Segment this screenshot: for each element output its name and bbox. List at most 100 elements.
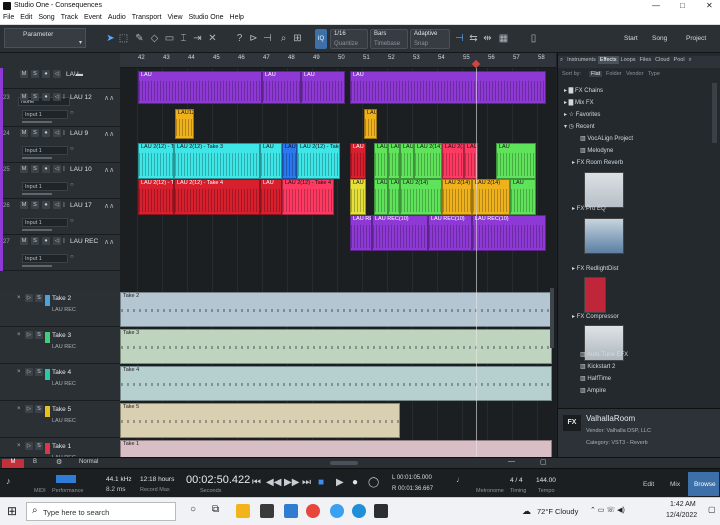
recent-item[interactable]: ▥ VocALign Project: [580, 135, 633, 142]
zoom-in-icon[interactable]: ▢: [540, 458, 547, 466]
audio-event[interactable]: LAU: [350, 71, 546, 104]
record-button[interactable]: ●: [42, 165, 50, 173]
zoom-out-icon[interactable]: —: [508, 458, 515, 465]
recent-item[interactable]: ▸ FX Compressor: [572, 313, 619, 320]
autoscroll-icon[interactable]: ⇹: [482, 33, 493, 45]
layer-mute-button[interactable]: ▷: [25, 442, 33, 450]
audio-event[interactable]: LAU REC(10): [350, 215, 372, 251]
track-header-2[interactable]: 24 M S ● ◁ | LAU 9 ∧∧ Input 1 ○: [0, 127, 120, 163]
gear-icon[interactable]: ⚙: [56, 458, 62, 466]
audio-event[interactable]: LAU: [260, 179, 282, 215]
recent-item[interactable]: ▸ FX Room Reverb: [572, 159, 623, 166]
mute-button[interactable]: M: [20, 165, 28, 173]
grid-tool-icon[interactable]: ⊞: [292, 33, 303, 45]
audio-event[interactable]: LAU 2(12) - Take: [138, 143, 174, 179]
volume-slider[interactable]: [22, 229, 52, 231]
volume-slider[interactable]: [22, 193, 52, 195]
audio-event[interactable]: LAU REC(10): [428, 215, 472, 251]
taskbar-search[interactable]: ⌕ Type here to search: [26, 502, 176, 521]
collapse-icon[interactable]: ×: [17, 369, 21, 375]
solo-button[interactable]: S: [31, 93, 39, 101]
audio-event[interactable]: LAU12: [175, 109, 194, 139]
weather-text[interactable]: 72°F Cloudy: [537, 507, 578, 516]
tempo-value[interactable]: 144.00: [536, 477, 556, 484]
monitor-button[interactable]: ◁: [53, 201, 61, 209]
audio-event[interactable]: LAU: [496, 143, 536, 179]
taskview-grid-icon[interactable]: ⧉: [212, 504, 219, 515]
metronome-icon[interactable]: ♩: [456, 475, 464, 484]
snap-toggle-icon[interactable]: ⊣: [454, 33, 465, 45]
audio-event[interactable]: LAU: [364, 109, 377, 139]
recent-item[interactable]: ▥ Kickstart 2: [580, 363, 615, 370]
menu-help[interactable]: Help: [227, 13, 247, 21]
monitor-button[interactable]: ◁: [53, 129, 61, 137]
edit-button[interactable]: Edit: [643, 481, 654, 488]
waveform-icon[interactable]: ∧∧: [104, 166, 114, 174]
audio-event[interactable]: LAU 2(14): [400, 179, 442, 215]
project-button[interactable]: Project: [680, 30, 712, 48]
audio-event[interactable]: LAU 2(: [350, 179, 366, 215]
solo-button[interactable]: S: [31, 165, 39, 173]
audio-event[interactable]: LAU 2(14): [388, 179, 400, 215]
waveform-icon[interactable]: ∧∧: [104, 130, 114, 138]
minimize-button[interactable]: —: [652, 1, 660, 10]
layer-name[interactable]: Take 4: [52, 369, 71, 376]
track-name[interactable]: LAU REC: [70, 238, 98, 245]
track-header-5[interactable]: 27 M S ● ◁ | LAU REC ∧∧ Input 1 ○: [0, 235, 120, 271]
play-icon[interactable]: ▶: [336, 477, 344, 488]
o-icon[interactable]: ○: [70, 182, 74, 188]
audio-event[interactable]: LAU REC(10): [472, 215, 546, 251]
recent-item[interactable]: ▥ Melodyne: [580, 147, 613, 154]
audio-event[interactable]: LAU: [510, 179, 536, 215]
layer-solo-button[interactable]: S: [35, 368, 43, 376]
audio-event[interactable]: LAU 2(14): [442, 179, 472, 215]
record-button[interactable]: ●: [42, 70, 50, 78]
loop-right-time[interactable]: R 00:01:36.667: [392, 486, 433, 492]
search-icon[interactable]: ⌕: [687, 56, 694, 65]
audio-event[interactable]: LAU REC(10): [372, 215, 428, 251]
record-button[interactable]: ●: [42, 93, 50, 101]
recent-item[interactable]: ▥ Ampire: [580, 387, 606, 394]
audio-event[interactable]: LAU 2(14: [442, 143, 464, 179]
layer-solo-button[interactable]: S: [35, 405, 43, 413]
folder-fx-chains[interactable]: ▸ ▇ FX Chains: [564, 87, 603, 94]
lock-icon[interactable]: |: [61, 93, 67, 101]
record-button[interactable]: ●: [42, 129, 50, 137]
take-lane-event[interactable]: Take 3: [120, 329, 552, 364]
file-explorer-icon[interactable]: [236, 504, 250, 518]
layer-mute-button[interactable]: ▷: [25, 294, 33, 302]
audio-event[interactable]: LAU 2(14): [472, 179, 510, 215]
rewind-start-icon[interactable]: ⏮: [252, 477, 261, 488]
tab-cloud[interactable]: Cloud: [653, 56, 671, 64]
layer-solo-button[interactable]: S: [35, 331, 43, 339]
settings-icon[interactable]: [330, 504, 344, 518]
track-header-3[interactable]: 25 M S ● ◁ | LAU 10 ∧∧ Input 1 ○: [0, 163, 120, 199]
layer-mute-button[interactable]: ▷: [25, 368, 33, 376]
audio-event[interactable]: LAU 2(12) - Take 3: [174, 143, 260, 179]
waveform-icon[interactable]: ∧∧: [104, 238, 114, 246]
take-lane-event[interactable]: Take 1: [120, 440, 552, 457]
tab-pool[interactable]: Pool: [672, 56, 687, 64]
audio-event[interactable]: LAU 2(14): [400, 143, 414, 179]
audio-event[interactable]: LAU 2(12): [282, 143, 297, 179]
clock-date[interactable]: 12/4/2022: [666, 512, 697, 519]
close-button[interactable]: ✕: [706, 1, 713, 10]
audio-event[interactable]: LAU 2(12) - Take 4: [174, 179, 260, 215]
play-tool-icon[interactable]: ⊳: [248, 33, 259, 45]
loop-left-time[interactable]: L 00:01:05.000: [392, 475, 432, 481]
mute-tool-icon[interactable]: ✕: [207, 33, 218, 45]
range-tool-icon[interactable]: ⬚: [118, 33, 129, 45]
parameter-box[interactable]: Parameter ▾: [4, 28, 86, 48]
audio-event[interactable]: LAU: [350, 143, 366, 179]
track-header-4[interactable]: 26 M S ● ◁ | LAU 17 ∧∧ Input 1 ○: [0, 199, 120, 235]
maximize-button[interactable]: □: [680, 1, 685, 10]
timeline-ruler[interactable]: 42 43 44 45 46 47 48 49 50 51 52 53 54 5…: [120, 53, 556, 69]
menu-studio-one[interactable]: Studio One: [186, 13, 227, 21]
menu-track[interactable]: Track: [58, 13, 81, 21]
take-lane-event[interactable]: Take 2: [120, 292, 552, 327]
menu-transport[interactable]: Transport: [129, 13, 165, 21]
track-name[interactable]: LAU 17: [70, 202, 92, 209]
record-icon[interactable]: ●: [352, 477, 358, 488]
task-view-icon[interactable]: ○: [190, 504, 196, 515]
menu-event[interactable]: Event: [81, 13, 105, 21]
